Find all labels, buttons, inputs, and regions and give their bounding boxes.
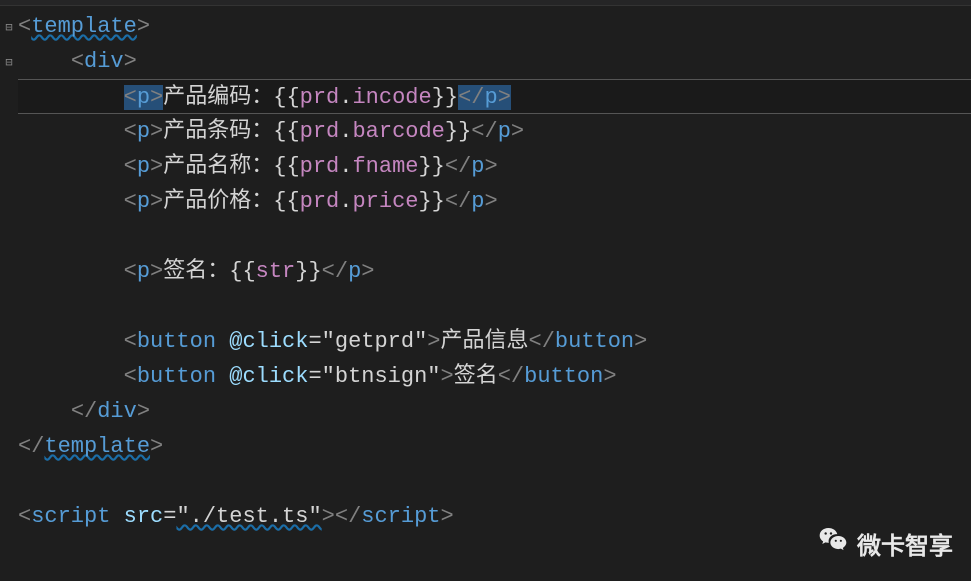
code-line[interactable]: <div> [18, 44, 971, 79]
code-line[interactable] [18, 464, 971, 499]
code-line[interactable]: <script src="./test.ts"></script> [18, 499, 971, 534]
fold-toggle[interactable]: ⊟ [0, 46, 18, 81]
code-line[interactable]: <p>产品条码：{{prd.barcode}}</p> [18, 114, 971, 149]
code-line[interactable]: <button @click="btnsign">签名</button> [18, 359, 971, 394]
code-line[interactable]: <p>签名：{{str}}</p> [18, 254, 971, 289]
code-editor[interactable]: ⊟ ⊟ <template> <div> <p>产品编码：{{prd.incod… [0, 6, 971, 536]
code-line-selected[interactable]: <p>产品编码：{{prd.incode}}</p> [18, 79, 971, 114]
code-line[interactable]: <p>产品价格：{{prd.price}}</p> [18, 184, 971, 219]
code-line[interactable]: <template> [18, 9, 971, 44]
code-line[interactable] [18, 289, 971, 324]
code-line[interactable]: <p>产品名称：{{prd.fname}}</p> [18, 149, 971, 184]
code-line[interactable]: <button @click="getprd">产品信息</button> [18, 324, 971, 359]
fold-toggle[interactable]: ⊟ [0, 11, 18, 46]
code-line[interactable]: </div> [18, 394, 971, 429]
code-line[interactable] [18, 219, 971, 254]
fold-gutter[interactable]: ⊟ ⊟ [0, 6, 18, 536]
code-line[interactable]: </template> [18, 429, 971, 464]
code-area[interactable]: <template> <div> <p>产品编码：{{prd.incode}}<… [18, 6, 971, 536]
